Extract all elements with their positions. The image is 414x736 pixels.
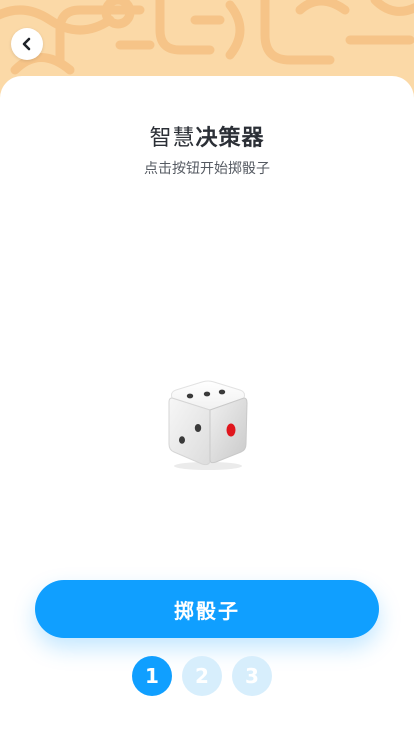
dice-icon[interactable] (164, 378, 250, 470)
step-1-button[interactable]: 1 (132, 656, 172, 696)
title-normal: 智慧 (149, 126, 196, 151)
roll-dice-button[interactable]: 掷骰子 (35, 580, 379, 638)
step-2-button[interactable]: 2 (182, 656, 222, 696)
page-title: 智慧决策器 (0, 120, 414, 152)
app-screen: 智慧决策器 点击按钮开始掷骰子 掷骰子 1 2 3 (0, 0, 414, 736)
title-bold: 决策器 (195, 126, 265, 151)
back-button[interactable] (11, 28, 43, 60)
step-3-button[interactable]: 3 (232, 656, 272, 696)
page-subtitle: 点击按钮开始掷骰子 (144, 161, 270, 177)
chevron-left-icon (22, 37, 31, 51)
step-indicator: 1 2 3 (132, 656, 272, 696)
main-card: 智慧决策器 点击按钮开始掷骰子 掷骰子 1 2 3 (0, 76, 414, 736)
